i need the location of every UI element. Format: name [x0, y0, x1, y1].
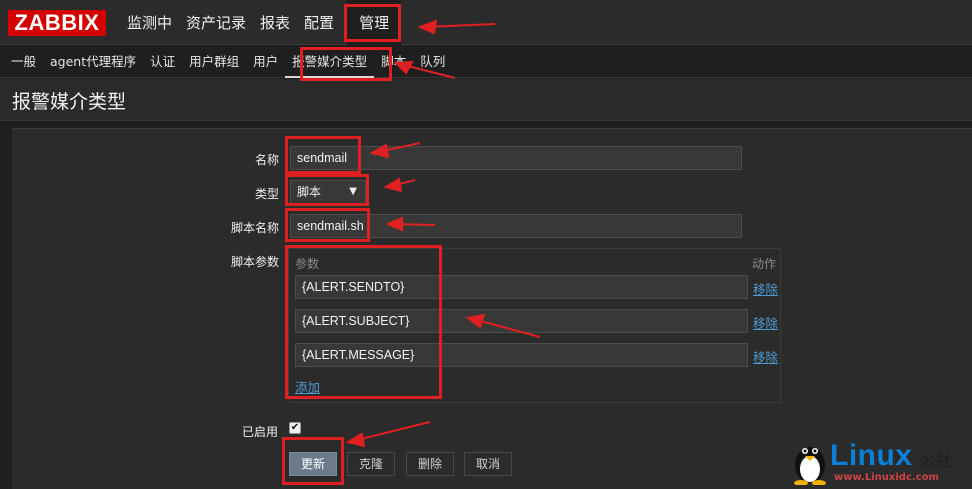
main-nav-monitoring[interactable]: 监测中 — [120, 0, 179, 45]
script-params-table: 参数 动作 {ALERT.SENDTO} 移除 {ALERT.SUBJECT} … — [288, 248, 781, 403]
main-nav: 监测中 资产记录 报表 配置 管理 — [120, 0, 407, 45]
sub-nav-scripts[interactable]: 脚本 — [374, 45, 413, 78]
sub-nav-queue[interactable]: 队列 — [413, 45, 452, 78]
watermark-brand-suffix: 公社 — [920, 451, 953, 470]
remove-param-3-link[interactable]: 移除 — [753, 347, 778, 366]
script-params-label: 脚本参数 — [230, 255, 279, 269]
script-name-field[interactable]: sendmail.sh — [290, 214, 742, 238]
param-field-3[interactable]: {ALERT.MESSAGE} — [295, 343, 748, 367]
enabled-label: 已启用 — [241, 425, 278, 439]
tux-penguin-icon — [794, 447, 826, 485]
type-select-value: 脚本 — [297, 185, 322, 199]
remove-param-1-link[interactable]: 移除 — [753, 279, 778, 298]
name-label: 名称 — [254, 153, 279, 167]
remove-param-2-link[interactable]: 移除 — [753, 313, 778, 332]
linuxidc-watermark: Linux 公社 www.Linuxidc.com — [790, 437, 968, 487]
sub-nav-users[interactable]: 用户 — [246, 45, 285, 78]
sub-navigation-bar: 一般 agent代理程序 认证 用户群组 用户 报警媒介类型 脚本 队列 — [0, 45, 972, 78]
sub-nav-proxies[interactable]: agent代理程序 — [43, 45, 143, 78]
dropdown-arrow-icon: ▼ — [349, 186, 357, 197]
cancel-button[interactable]: 取消 — [464, 452, 512, 476]
action-column-header: 动作 — [752, 257, 777, 271]
params-column-header: 参数 — [295, 257, 320, 271]
sub-nav-user-groups[interactable]: 用户群组 — [182, 45, 246, 78]
delete-button[interactable]: 删除 — [406, 452, 454, 476]
type-label: 类型 — [254, 187, 279, 201]
main-nav-reports[interactable]: 报表 — [253, 0, 297, 45]
update-button[interactable]: 更新 — [289, 452, 337, 476]
main-nav-configuration[interactable]: 配置 — [297, 0, 341, 45]
clone-button[interactable]: 克隆 — [347, 452, 395, 476]
main-nav-administration[interactable]: 管理 — [347, 0, 402, 45]
top-navigation-bar: ZABBIX 监测中 资产记录 报表 配置 管理 — [0, 0, 972, 45]
sub-nav-authentication[interactable]: 认证 — [143, 45, 182, 78]
sub-nav-general[interactable]: 一般 — [4, 45, 43, 78]
page-header: 报警媒介类型 — [0, 79, 972, 121]
watermark-brand: Linux — [830, 439, 913, 472]
zabbix-logo[interactable]: ZABBIX — [8, 10, 106, 36]
page-title: 报警媒介类型 — [12, 91, 127, 113]
add-param-link[interactable]: 添加 — [295, 377, 320, 396]
param-field-2[interactable]: {ALERT.SUBJECT} — [295, 309, 748, 333]
main-nav-inventory[interactable]: 资产记录 — [179, 0, 253, 45]
enabled-checkbox[interactable]: ✔ — [289, 422, 301, 434]
param-field-1[interactable]: {ALERT.SENDTO} — [295, 275, 748, 299]
watermark-url: www.Linuxidc.com — [834, 472, 939, 483]
sub-nav-media-types[interactable]: 报警媒介类型 — [285, 45, 375, 78]
type-select[interactable]: 脚本 ▼ — [290, 180, 366, 204]
name-field[interactable]: sendmail — [290, 146, 742, 170]
script-name-label: 脚本名称 — [230, 221, 279, 235]
